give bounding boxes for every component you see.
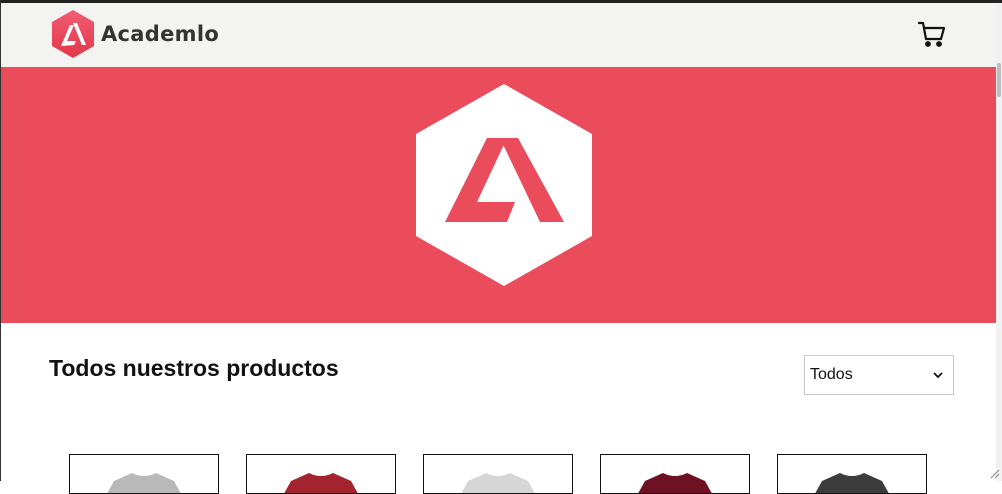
product-card[interactable] [69,454,219,494]
product-card[interactable] [600,454,750,494]
hero-banner [1,67,996,323]
brand-logo-link[interactable]: Academlo [51,9,219,59]
tshirt-icon [815,473,889,493]
filter-selected-value: Todos [810,366,853,383]
tshirt-icon [461,473,535,493]
cart-button[interactable] [917,19,947,49]
tshirt-icon [107,473,181,493]
product-card[interactable] [777,454,927,494]
product-card[interactable] [423,454,573,494]
vertical-scrollbar[interactable] [996,3,1002,481]
site-header: Academlo [1,3,996,67]
academlo-hexagon-logo-icon [416,84,592,286]
academlo-logo-icon [52,10,94,58]
chevron-down-icon [933,368,943,382]
cart-icon [917,21,946,47]
tshirt-icon [284,473,358,493]
products-section-title: Todos nuestros productos [49,355,339,381]
scrollbar-thumb[interactable] [997,63,1001,97]
brand-name: Academlo [101,22,220,46]
resize-grip-icon[interactable] [988,467,1000,479]
product-card[interactable] [246,454,396,494]
tshirt-icon [638,473,712,493]
category-filter-select[interactable]: Todos [804,355,954,395]
